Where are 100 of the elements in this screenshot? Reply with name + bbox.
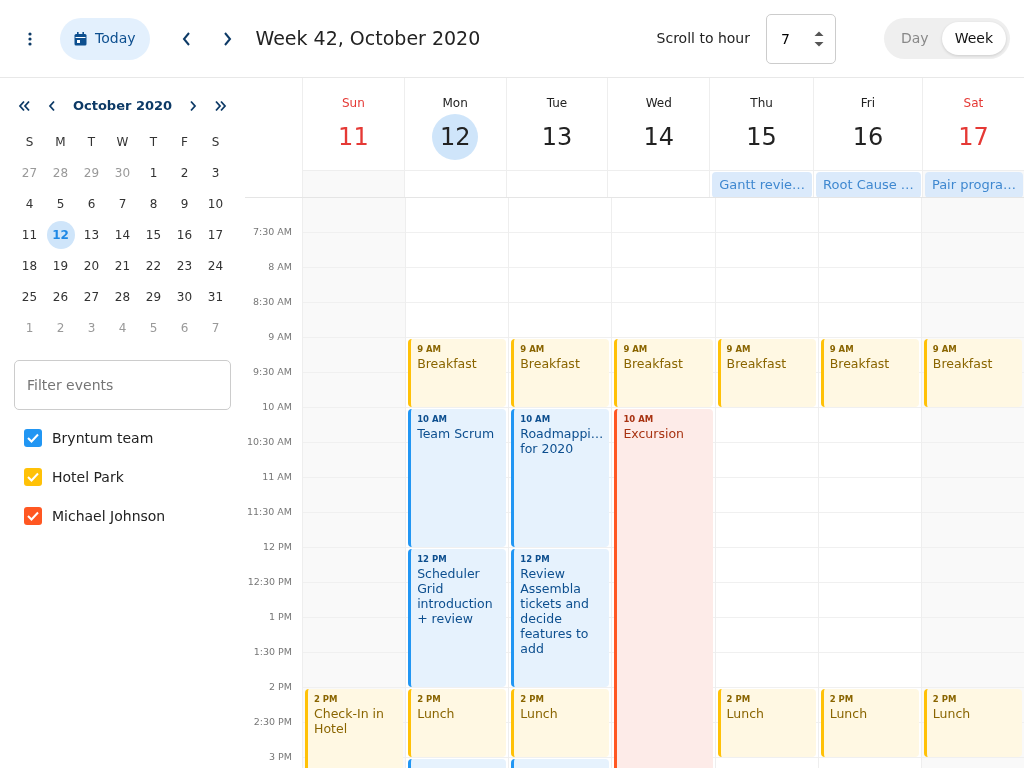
date-cell[interactable]: 8 bbox=[139, 189, 168, 218]
event-block[interactable]: 10 AM Excursion bbox=[614, 409, 713, 768]
event-title: Roadmappi… for 2020 bbox=[520, 425, 604, 456]
date-cell[interactable]: 29 bbox=[139, 282, 168, 311]
date-cell[interactable]: 27 bbox=[77, 282, 106, 311]
time-label: 8:30 AM bbox=[252, 295, 292, 310]
date-cell[interactable]: 10 bbox=[201, 189, 230, 218]
weekday-label: F bbox=[181, 133, 188, 151]
weekday-label: M bbox=[55, 133, 66, 151]
event-title: Review Assembla tickets and decide features to add bbox=[520, 565, 590, 656]
date-cell[interactable]: 19 bbox=[46, 251, 75, 280]
view-mode-tab[interactable]: Week bbox=[941, 22, 1006, 55]
date-cell[interactable]: 31 bbox=[201, 282, 230, 311]
event-time: 9 AM bbox=[520, 343, 546, 356]
event-block[interactable]: 2 PM Lunch bbox=[923, 689, 1022, 757]
checkbox[interactable] bbox=[24, 507, 42, 525]
event-block[interactable]: 9 AM Breakfast bbox=[614, 339, 713, 407]
event-block[interactable]: 2 PM Lunch bbox=[820, 689, 919, 757]
event-title: Breakfast bbox=[726, 355, 788, 371]
date-cell[interactable]: 28 bbox=[108, 282, 137, 311]
date-cell[interactable]: 3 bbox=[201, 158, 230, 187]
date-cell[interactable]: 16 bbox=[170, 220, 199, 249]
event-time: 2 PM bbox=[314, 693, 339, 706]
event-block[interactable]: 10 AM Team Scrum bbox=[408, 409, 507, 547]
week-title: Week 42, October 2020 bbox=[255, 26, 481, 52]
event-block[interactable]: 12 PM Scheduler Grid introduction + review bbox=[408, 549, 507, 687]
weekday-label: T bbox=[87, 133, 96, 151]
date-cell[interactable]: 7 bbox=[108, 189, 137, 218]
weekday-label: Thu bbox=[750, 95, 773, 112]
date-cell[interactable]: 15 bbox=[139, 220, 168, 249]
day-number[interactable]: 17 bbox=[950, 114, 997, 160]
day-number[interactable]: 15 bbox=[738, 114, 785, 160]
date-cell[interactable]: 2 bbox=[170, 158, 199, 187]
event-block[interactable]: 2 PM Check-In in Hotel bbox=[305, 689, 404, 768]
weekday-label: S bbox=[25, 133, 34, 151]
event-title: Lunch bbox=[417, 705, 456, 721]
day-number[interactable]: 11 bbox=[330, 114, 377, 160]
date-cell[interactable]: 25 bbox=[15, 282, 44, 311]
event-block[interactable]: 9 AM Breakfast bbox=[717, 339, 816, 407]
event-time: 10 AM bbox=[623, 413, 655, 426]
date-cell[interactable]: 1 bbox=[139, 158, 168, 187]
checkbox[interactable] bbox=[24, 429, 42, 447]
date-cell[interactable]: 21 bbox=[108, 251, 137, 280]
time-label: 11 AM bbox=[262, 470, 292, 485]
date-cell[interactable]: 5 bbox=[46, 189, 75, 218]
event-block[interactable]: 2 PM Lunch bbox=[717, 689, 816, 757]
event-time: 9 AM bbox=[829, 343, 855, 356]
day-number[interactable]: 16 bbox=[845, 114, 891, 160]
date-cell[interactable]: 30 bbox=[170, 282, 199, 311]
event-time: 9 AM bbox=[726, 343, 752, 356]
chevron-left-icon bbox=[181, 31, 191, 46]
filter-field[interactable]: Filter events bbox=[14, 359, 231, 410]
event-block[interactable]: 2 PM Lunch bbox=[511, 689, 610, 757]
event-block[interactable]: 9 AM Breakfast bbox=[511, 339, 610, 407]
day-number[interactable]: 12 bbox=[432, 114, 479, 160]
event-title: Breakfast bbox=[520, 355, 581, 371]
date-cell[interactable]: 13 bbox=[77, 220, 106, 249]
date-cell[interactable]: 17 bbox=[201, 220, 230, 249]
hour-field[interactable]: 7 bbox=[766, 13, 836, 64]
time-label: 1 PM bbox=[269, 610, 292, 625]
date-cell[interactable]: 24 bbox=[201, 251, 230, 280]
time-label: 3 PM bbox=[269, 750, 292, 765]
weekday-label: S bbox=[211, 133, 220, 151]
weekday-label: Fri bbox=[860, 95, 876, 112]
date-cell[interactable]: 9 bbox=[170, 189, 199, 218]
checkbox[interactable] bbox=[24, 468, 42, 486]
event-time: 2 PM bbox=[520, 693, 545, 706]
date-cell[interactable]: 14 bbox=[108, 220, 137, 249]
day-number[interactable]: 13 bbox=[533, 114, 580, 160]
weekday-label: T bbox=[149, 133, 158, 151]
date-cell[interactable]: 6 bbox=[77, 189, 106, 218]
event-time: 2 PM bbox=[726, 693, 752, 706]
event-block[interactable]: 9 AM Breakfast bbox=[923, 339, 1022, 407]
date-cell[interactable]: 11 bbox=[15, 220, 44, 249]
spinner-arrows-icon[interactable] bbox=[814, 29, 824, 48]
today-button[interactable]: Today bbox=[60, 17, 150, 60]
weekday-label: Wed bbox=[645, 95, 672, 112]
day-number[interactable]: 14 bbox=[635, 114, 682, 160]
time-label: 11:30 AM bbox=[246, 505, 292, 520]
event-title: Check-In in Hotel bbox=[314, 705, 385, 736]
checkmark-icon bbox=[27, 472, 39, 482]
calendar-name: Michael Johnson bbox=[52, 506, 166, 526]
event-block[interactable]: 9 AM Breakfast bbox=[408, 339, 507, 407]
date-cell[interactable]: 26 bbox=[46, 282, 75, 311]
date-cell[interactable]: 4 bbox=[15, 189, 44, 218]
date-cell[interactable]: 18 bbox=[15, 251, 44, 280]
event-block[interactable]: 12 PM Review Assembla tickets and decide features to add bbox=[511, 549, 610, 687]
date-cell[interactable]: 22 bbox=[139, 251, 168, 280]
time-label: 8 AM bbox=[268, 260, 292, 275]
event-block[interactable]: 2 PM Lunch bbox=[408, 689, 507, 757]
event-block[interactable]: 9 AM Breakfast bbox=[820, 339, 919, 407]
event-time: 9 AM bbox=[417, 343, 443, 356]
date-cell[interactable]: 20 bbox=[77, 251, 106, 280]
date-cell[interactable]: 23 bbox=[170, 251, 199, 280]
event-title: Breakfast bbox=[932, 355, 994, 371]
weekday-label: Sat bbox=[963, 95, 984, 112]
time-label: 1:30 PM bbox=[253, 645, 292, 660]
checkmark-icon bbox=[27, 433, 39, 443]
event-block[interactable]: 10 AM Roadmappi… for 2020 bbox=[511, 409, 610, 547]
time-label: 2 PM bbox=[269, 680, 292, 695]
